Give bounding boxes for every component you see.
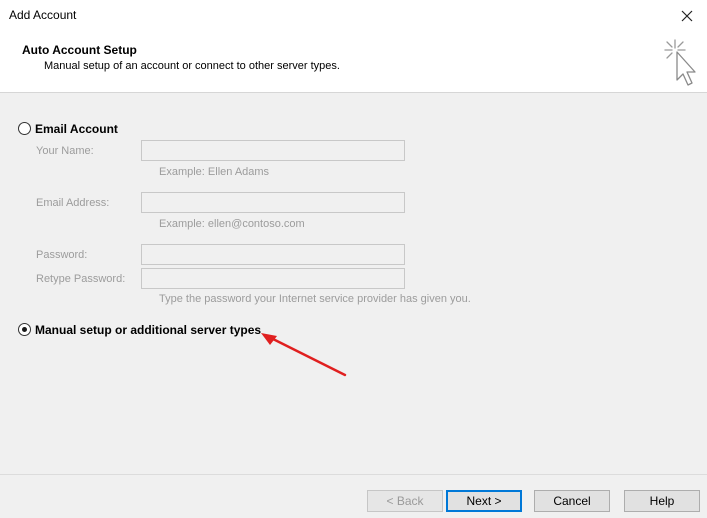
your-name-input[interactable] <box>141 140 405 161</box>
email-address-hint: Example: ellen@contoso.com <box>159 218 305 230</box>
red-arrow-icon <box>261 333 347 377</box>
cancel-button[interactable]: Cancel <box>534 490 610 512</box>
close-button[interactable] <box>667 0 707 31</box>
wizard-sparkle-cursor-icon <box>664 39 696 86</box>
password-hint: Type the password your Internet service … <box>159 293 471 305</box>
manual-setup-radio[interactable] <box>18 323 31 336</box>
header-title: Auto Account Setup <box>22 43 137 57</box>
your-name-hint: Example: Ellen Adams <box>159 166 270 178</box>
next-button[interactable]: Next > <box>446 490 522 512</box>
password-input[interactable] <box>141 244 405 265</box>
manual-setup-label[interactable]: Manual setup or additional server types <box>35 323 261 337</box>
wizard-header: Auto Account Setup Manual setup of an ac… <box>0 31 707 93</box>
email-account-label[interactable]: Email Account <box>35 122 118 136</box>
email-account-radio[interactable] <box>18 122 31 135</box>
retype-password-label: Retype Password: <box>36 273 126 285</box>
window-title: Add Account <box>9 8 77 22</box>
email-address-input[interactable] <box>141 192 405 213</box>
wizard-footer: < Back Next > Cancel Help <box>0 474 707 518</box>
title-bar: Add Account <box>0 0 707 31</box>
retype-password-input[interactable] <box>141 268 405 289</box>
your-name-label: Your Name: <box>36 145 94 157</box>
back-button[interactable]: < Back <box>367 490 443 512</box>
email-address-label: Email Address: <box>36 197 110 209</box>
help-button[interactable]: Help <box>624 490 700 512</box>
header-subtitle: Manual setup of an account or connect to… <box>44 60 340 72</box>
close-icon <box>681 10 693 21</box>
password-label: Password: <box>36 249 88 261</box>
